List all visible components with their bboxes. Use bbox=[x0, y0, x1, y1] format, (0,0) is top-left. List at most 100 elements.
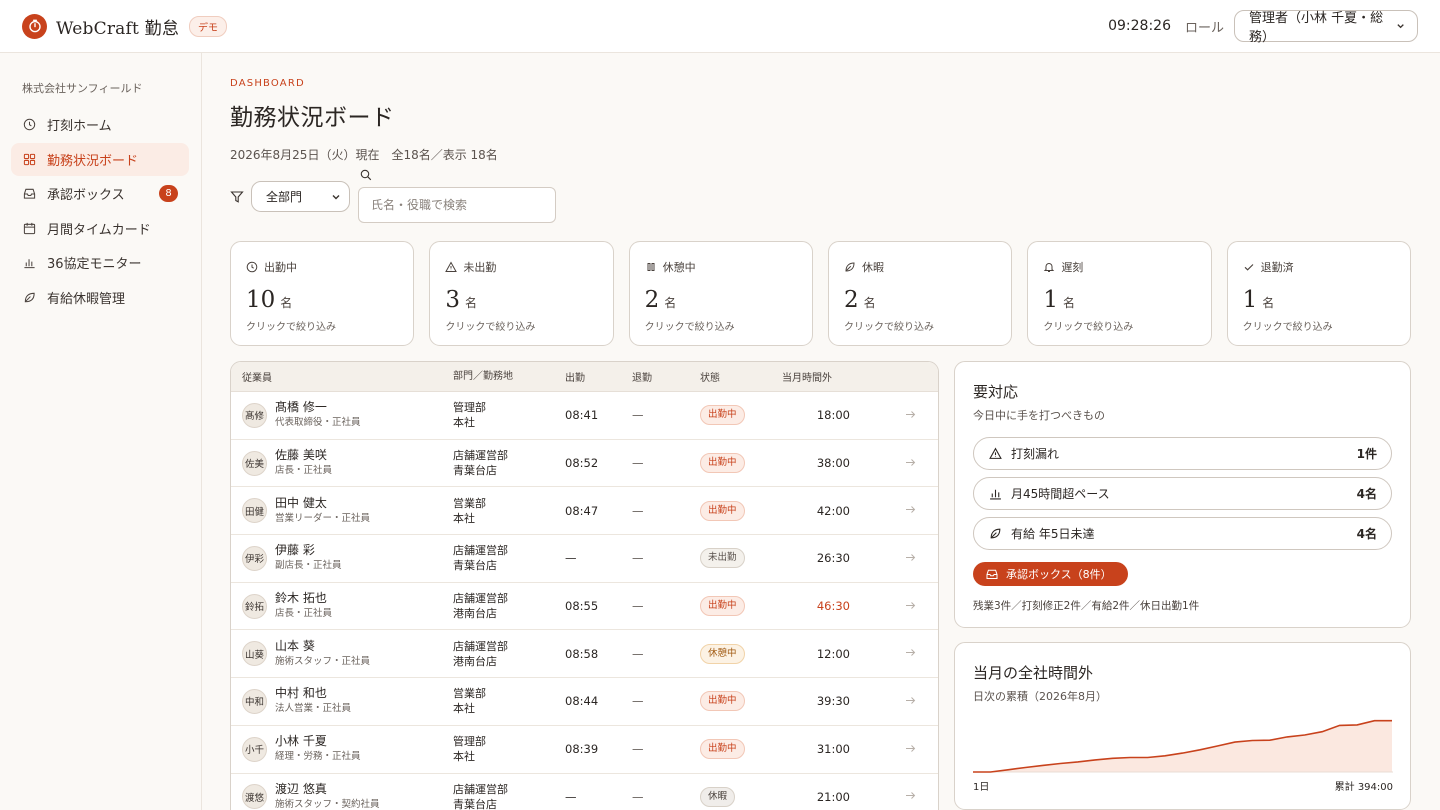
table-row[interactable]: 佐美 佐藤 美咲 店長・正社員 店舗運営部 青葉台店 08:52— 出勤中 38:00 bbox=[231, 440, 938, 488]
table-row[interactable]: 山葵 山本 葵施術スタッフ・正社員 店舗運営部 港南台店 08:58— 休憩中 12:00 bbox=[231, 630, 938, 679]
stat-card-on-break[interactable]: 休憩中 2名 クリックで絞り込み bbox=[628, 241, 813, 346]
sidebar-item-paid-leave[interactable]: 有給休暇管理 bbox=[11, 281, 189, 314]
stat-label: 出勤中 bbox=[264, 261, 297, 274]
sidebar-item-36-monitor[interactable]: 36協定モニター bbox=[11, 246, 189, 279]
sidebar-item-status-board[interactable]: 勤務状況ボード bbox=[11, 142, 189, 176]
employee-table: 従業員 部門／勤務地 出勤 退勤 状態 当月時間外 髙修 髙橋 修一 代表取締役・正… bbox=[230, 361, 939, 810]
employee-role: 施術スタッフ・契約社員 bbox=[275, 798, 380, 810]
overtime-cell: 26:30 bbox=[816, 551, 850, 566]
search-input[interactable] bbox=[358, 187, 556, 223]
status-badge: 出勤中 bbox=[700, 596, 745, 617]
table-row[interactable]: 伊彩 伊藤 彩副店長・正社員 店舗運営部 青葉台店 — — 未出勤 26:30 bbox=[231, 535, 938, 583]
filter-icon bbox=[230, 191, 244, 203]
sidebar-item-approval-box[interactable]: 承認ボックス 8 bbox=[11, 177, 189, 210]
status-badge: 休憩中 bbox=[700, 643, 745, 664]
avatar: 伊彩 bbox=[242, 545, 267, 571]
site-name: 港南台店 bbox=[453, 607, 497, 621]
row-arrow[interactable] bbox=[850, 789, 928, 804]
clock-in-cell: 08:58 bbox=[565, 646, 599, 661]
site-name: 本社 bbox=[453, 750, 475, 764]
row-arrow[interactable] bbox=[850, 742, 928, 757]
todo-count: 4名 bbox=[1356, 527, 1377, 541]
clock-out-cell: — bbox=[632, 646, 644, 661]
app-title: WebCraft 勤怠 bbox=[56, 18, 180, 39]
employee-role: 経理・労務・正社員 bbox=[275, 751, 361, 763]
overtime-cell: 38:00 bbox=[816, 456, 850, 471]
stat-card-not-arrived[interactable]: 未出勤 3名 クリックで絞り込み bbox=[429, 241, 614, 346]
department-select[interactable]: 全部門 bbox=[251, 181, 350, 212]
row-arrow[interactable] bbox=[850, 408, 928, 423]
clock-out-cell: — bbox=[632, 456, 644, 471]
todo-label: 有給 年5日未達 bbox=[1011, 527, 1095, 541]
stat-card-left[interactable]: 退勤済 1名 クリックで絞り込み bbox=[1226, 241, 1411, 346]
status-badge: 未出勤 bbox=[700, 548, 745, 569]
overtime-cell: 42:00 bbox=[816, 503, 850, 518]
clock-out-cell: — bbox=[632, 742, 644, 757]
employee-name: 鈴木 拓也 bbox=[275, 591, 327, 606]
card-subtitle: 日次の累積（2026年8月） bbox=[973, 690, 1107, 703]
stat-label: 休憩中 bbox=[662, 261, 696, 274]
status-badge: 出勤中 bbox=[700, 500, 745, 521]
dept-name: 店舗運営部 bbox=[453, 639, 508, 653]
dept-cell: 店舗運営部 青葉台店 bbox=[453, 448, 565, 478]
table-row[interactable]: 中和 中村 和也 法人営業・正社員 営業部 本社 08:44— 出勤中 39:30 bbox=[231, 678, 938, 726]
table-row[interactable]: 渡悠 渡辺 悠真 施術スタッフ・契約社員 店舗運営部 青葉台店 — — 休暇 21:00 bbox=[231, 774, 938, 810]
role-select-value: 管理者（小林 千夏・総務） bbox=[1249, 11, 1384, 45]
arrow-right-icon bbox=[906, 744, 916, 752]
chevron-down-icon bbox=[332, 194, 340, 199]
row-arrow[interactable] bbox=[850, 646, 928, 661]
table-row[interactable]: 髙修 髙橋 修一 代表取締役・正社員 管理部 本社 08:41— 出勤中 18:00 bbox=[231, 392, 938, 440]
employee-role: 代表取締役・正社員 bbox=[275, 417, 361, 429]
status-cell: 出勤中 bbox=[700, 596, 780, 617]
sidebar-item-timecard[interactable]: 月間タイムカード bbox=[11, 212, 189, 245]
stat-card-late[interactable]: 遅刻 1名 クリックで絞り込み bbox=[1027, 241, 1212, 346]
employee-name: 田中 健太 bbox=[275, 495, 327, 510]
todo-item-paid-leave[interactable]: 有給 年5日未達 4名 bbox=[973, 517, 1392, 550]
status-badge: 出勤中 bbox=[700, 739, 745, 760]
table-row[interactable]: 小千 小林 千夏 経理・労務・正社員 管理部 本社 08:39— 出勤中 31:00 bbox=[231, 726, 938, 774]
todo-count: 1件 bbox=[1356, 447, 1377, 461]
dept-cell: 管理部 本社 bbox=[453, 734, 565, 764]
table-row[interactable]: 田健 田中 健太 営業リーダー・正社員 営業部 本社 08:47— 出勤中 42:00 bbox=[231, 487, 938, 536]
action-required-card: 要対応 今日中に手を打つべきもの 打刻漏れ 1件 月45時間超ペース 4名 有給… bbox=[954, 361, 1411, 628]
row-arrow[interactable] bbox=[850, 551, 928, 566]
inbox-icon bbox=[22, 187, 36, 201]
todo-item-overtime-pace[interactable]: 月45時間超ペース 4名 bbox=[973, 477, 1392, 510]
employee-role: 店長・正社員 bbox=[275, 608, 333, 620]
row-arrow[interactable] bbox=[850, 599, 928, 614]
row-arrow[interactable] bbox=[850, 456, 928, 471]
todo-item-missing-punch[interactable]: 打刻漏れ 1件 bbox=[973, 437, 1392, 470]
approval-box-button[interactable]: 承認ボックス（8件） bbox=[973, 562, 1128, 586]
table-row[interactable]: 鈴拓 鈴木 拓也 店長・正社員 店舗運営部 港南台店 08:55— 出勤中 46:30 bbox=[231, 583, 938, 631]
stat-hint: クリックで絞り込み bbox=[843, 322, 934, 333]
inbox-icon bbox=[986, 569, 998, 579]
employee-cell: 伊彩 伊藤 彩副店長・正社員 bbox=[231, 543, 453, 573]
overtime-chart-svg bbox=[973, 719, 1393, 773]
stat-card-working[interactable]: 出勤中 10 名 クリックで絞り込み bbox=[230, 241, 415, 346]
status-cell: 出勤中 bbox=[700, 739, 780, 760]
stat-value: 2 bbox=[843, 287, 859, 313]
leaf-icon bbox=[845, 262, 855, 272]
role-select[interactable]: 管理者（小林 千夏・総務） bbox=[1234, 10, 1418, 45]
overtime-cell: 18:00 bbox=[816, 408, 850, 423]
dept-name: 店舗運営部 bbox=[453, 592, 508, 606]
status-cell: 出勤中 bbox=[700, 405, 780, 426]
stat-unit: 名 bbox=[464, 296, 477, 310]
arrow-right-icon bbox=[906, 410, 916, 418]
stat-card-leave[interactable]: 休暇 2名 クリックで絞り込み bbox=[827, 241, 1013, 346]
grid-icon bbox=[22, 152, 36, 166]
approval-box-button-label: 承認ボックス（8件） bbox=[1006, 568, 1112, 581]
chevron-down-icon bbox=[1397, 24, 1404, 29]
status-cell: 出勤中 bbox=[700, 691, 780, 712]
row-arrow[interactable] bbox=[850, 503, 928, 518]
clock-out-cell: — bbox=[632, 789, 644, 804]
stat-hint: クリックで絞り込み bbox=[1043, 322, 1134, 333]
search-icon bbox=[360, 169, 372, 181]
dept-cell: 営業部 本社 bbox=[453, 496, 565, 526]
sidebar-item-punch-home[interactable]: 打刻ホーム bbox=[11, 108, 189, 141]
row-arrow[interactable] bbox=[850, 694, 928, 709]
employee-name: 伊藤 彩 bbox=[275, 543, 315, 558]
table-body: 髙修 髙橋 修一 代表取締役・正社員 管理部 本社 08:41— 出勤中 18:00 佐美 佐藤 … bbox=[231, 392, 938, 810]
employee-cell: 鈴拓 鈴木 拓也 店長・正社員 bbox=[231, 591, 453, 621]
stat-label: 休暇 bbox=[861, 261, 884, 274]
